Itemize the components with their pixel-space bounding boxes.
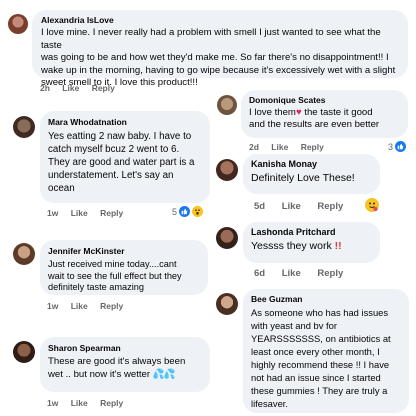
reply-button[interactable]: Reply [100,398,123,408]
avatar[interactable] [8,14,28,34]
wow-reaction-icon [192,206,204,217]
commenter-name[interactable]: Alexandria IsLove [41,15,399,25]
like-button[interactable]: Like [71,398,88,408]
like-reaction-icon [395,141,407,152]
avatar[interactable] [13,116,35,138]
comment-text: I love them♥ the taste it good and the r… [249,107,380,130]
avatar[interactable] [13,341,35,363]
timestamp[interactable]: 2h [40,83,50,93]
avatar[interactable] [216,159,238,181]
timestamp[interactable]: 1w [47,208,58,218]
comment-text: Definitely Love These! [251,172,355,184]
comment-text: As someone who has had issues with yeast… [251,307,391,409]
comment-text: Yessss they work !! [251,240,342,252]
comment-actions: 2h Like Reply [40,83,125,93]
comment-actions: 1w Like Reply [47,398,133,408]
comment-bubble: Alexandria IsLove I love mine. I never r… [32,10,408,88]
comment-text: These are good it's always been wet .. b… [48,356,186,380]
like-reaction-icon [179,206,191,217]
comment-actions: 1w Like Reply [47,208,133,218]
like-button[interactable]: Like [71,208,88,218]
timestamp[interactable]: 1w [47,398,58,408]
commenter-name[interactable]: Jennifer McKinster [48,246,200,256]
comment-bubble: Kanisha Monay Definitely Love These! [243,154,380,194]
comment-bubble: Sharon Spearman These are good it's alwa… [40,337,210,392]
like-button[interactable]: Like [282,201,301,212]
reaction-summary[interactable]: 3 [388,141,407,152]
sweat-droplets-icon: 💦💦 [152,368,176,380]
timestamp[interactable]: 5d [254,201,265,212]
reaction-count: 5 [172,206,178,217]
commenter-name[interactable]: Lashonda Pritchard [251,227,372,237]
commenter-name[interactable]: Bee Guzman [251,294,401,304]
comment-bubble: Bee Guzman As someone who has had issues… [243,289,409,413]
reaction-count: 3 [388,141,394,152]
timestamp[interactable]: 2d [249,142,259,152]
reply-button[interactable]: Reply [92,83,115,93]
reply-button[interactable]: Reply [301,142,324,152]
comment-bubble: Jennifer McKinster Just received mine to… [40,240,208,295]
exclamation-emoji-icon: !! [334,240,342,252]
comment-text: I love mine. I never really had a proble… [41,27,396,88]
comment-bubble: Domonique Scates I love them♥ the taste … [241,90,408,138]
commenter-name[interactable]: Mara Whodatnation [48,117,202,127]
reply-button[interactable]: Reply [100,301,123,311]
like-button[interactable]: Like [271,142,288,152]
timestamp[interactable]: 1w [47,301,58,311]
comment-actions: 5d Like Reply [254,201,353,212]
comment-actions: 6d Like Reply [254,268,353,279]
avatar[interactable] [216,293,238,315]
comment-actions: 1w Like Reply [47,301,133,311]
avatar[interactable] [13,243,35,265]
commenter-name[interactable]: Domonique Scates [249,95,400,105]
reply-button[interactable]: Reply [100,208,123,218]
reply-button[interactable]: Reply [317,268,343,279]
comment-text: Yes eatting 2 naw baby. I have to catch … [48,131,195,194]
comment-text: Just received mine today....cant wait to… [48,259,182,292]
like-button[interactable]: Like [71,301,88,311]
like-button[interactable]: Like [62,83,79,93]
hug-reaction-icon[interactable] [365,198,379,212]
commenter-name[interactable]: Kanisha Monay [251,159,372,169]
comment-actions: 2d Like Reply [249,142,334,152]
avatar[interactable] [217,95,237,115]
timestamp[interactable]: 6d [254,268,265,279]
avatar[interactable] [216,227,238,249]
reaction-summary[interactable]: 5 [172,206,204,217]
commenter-name[interactable]: Sharon Spearman [48,343,202,353]
like-button[interactable]: Like [282,268,301,279]
comment-bubble: Mara Whodatnation Yes eatting 2 naw baby… [40,111,210,203]
comment-bubble: Lashonda Pritchard Yessss they work !! [243,222,380,263]
reply-button[interactable]: Reply [317,201,343,212]
